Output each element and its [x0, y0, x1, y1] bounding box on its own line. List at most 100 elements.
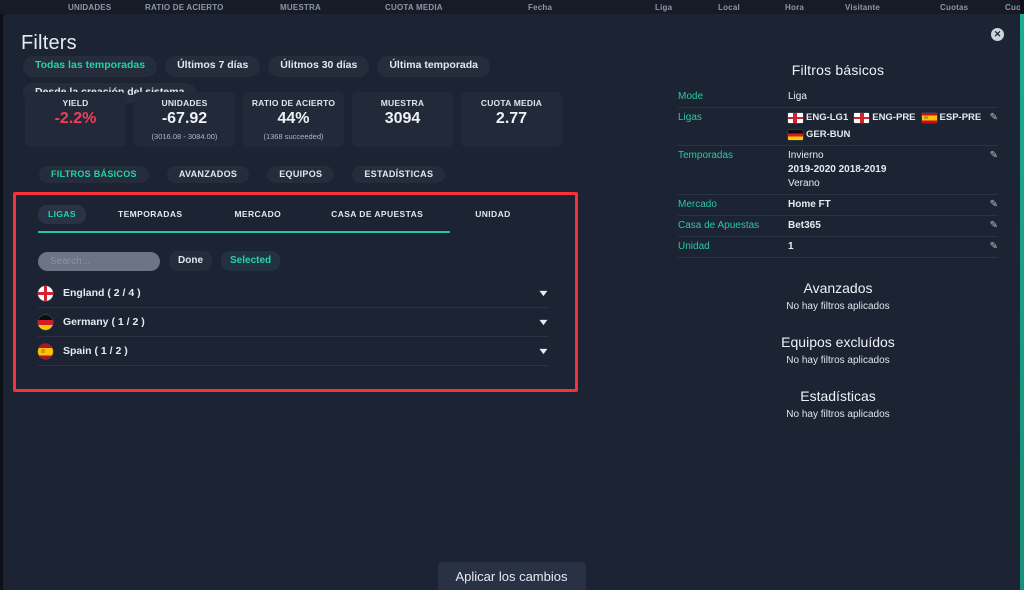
date-range-chip[interactable]: Todas las temporadas [23, 56, 158, 77]
background-column-header: Cuo [1005, 2, 1022, 12]
summary-row: Mode Liga [678, 87, 998, 108]
summary-section-title: Equipos excluídos [781, 334, 895, 350]
background-column-header: Liga [655, 2, 673, 12]
summary-row: Unidad 1 ✎ [678, 237, 998, 258]
league-code: ENG-LG1 [806, 112, 849, 123]
subtab-ligas[interactable]: LIGAS [38, 205, 86, 224]
stat-card: MUESTRA 3094 [352, 92, 453, 147]
summary-section-text: No hay filtros aplicados [786, 409, 890, 420]
summary-rows: Mode Liga Ligas ENG-LG1 ENG-PRE ESP-PRE GER-BU… [678, 87, 998, 258]
flag-eng-icon [854, 113, 870, 123]
country-row[interactable]: England ( 2 / 4 ) ▼ [38, 279, 550, 308]
background-column-header: Cuotas [940, 2, 969, 12]
subtab-casa-de-apuestas[interactable]: CASA DE APUESTAS [321, 205, 433, 224]
tab-equipos[interactable]: EQUIPOS [267, 166, 335, 183]
pencil-edit-icon[interactable]: ✎ [982, 111, 998, 123]
date-range-chip[interactable]: Última temporada [377, 56, 491, 77]
search-row: Done Selected [38, 251, 281, 271]
summary-row-key: Mode [678, 91, 704, 102]
pencil-edit-icon[interactable]: ✎ [982, 240, 998, 252]
tab-estad-sticas[interactable]: ESTADÍSTICAS [352, 166, 446, 183]
flag-ger-icon [788, 130, 803, 140]
background-table-header: UNIDADES RATIO DE ACIERTO MUESTRA CUOTA MED… [0, 0, 1024, 14]
date-range-chip[interactable]: Úlitmos 30 días [268, 56, 370, 77]
sub-tab-underline [38, 231, 450, 233]
country-name: Spain ( 1 / 2 ) [63, 345, 128, 357]
subtab-mercado[interactable]: MERCADO [224, 205, 291, 224]
summary-row-key: Temporadas [678, 150, 734, 161]
page-title: Filters [21, 32, 77, 54]
season-line: Verano [788, 178, 820, 189]
summary-row: Mercado Home FT ✎ [678, 195, 998, 216]
summary-panel: Filtros básicos Mode Liga Ligas ENG-LG1 ENG-… [678, 62, 998, 420]
date-range-chip[interactable]: Últimos 7 días [165, 56, 261, 77]
flag-esp-icon [921, 113, 937, 123]
pencil-edit-icon[interactable]: ✎ [982, 149, 998, 161]
country-list: England ( 2 / 4 ) ▼ Germany ( 1 / 2 ) ▼ Spai… [38, 279, 550, 366]
stat-card-sublabel: (3016.08 - 3084.00) [151, 132, 218, 141]
subtab-unidad[interactable]: UNIDAD [465, 205, 520, 224]
summary-row-key: Unidad [678, 241, 710, 252]
summary-section-text: No hay filtros aplicados [786, 301, 890, 312]
summary-sections: Avanzados No hay filtros aplicados Equipos… [678, 280, 998, 420]
tab-avanzados[interactable]: AVANZADOS [166, 166, 250, 183]
background-column-header: Visitante [845, 2, 880, 12]
summary-row-value: Bet365 [788, 220, 821, 231]
season-line: 2019-2020 2018-2019 [788, 164, 887, 175]
summary-section-title: Avanzados [803, 280, 873, 296]
edit-icon-placeholder [982, 90, 998, 91]
chevron-down-icon[interactable]: ▼ [537, 317, 550, 327]
league-tag: ESP-PRE [921, 111, 981, 125]
league-tag-list: ENG-LG1 ENG-PRE ESP-PRE GER-BUN [788, 111, 982, 142]
background-column-header: CUOTA MEDIA [385, 2, 443, 12]
country-row[interactable]: Spain ( 1 / 2 ) ▼ [38, 337, 550, 366]
stat-card: UNIDADES -67.92 (3016.08 - 3084.00) [134, 92, 235, 147]
summary-section-text: No hay filtros aplicados [786, 355, 890, 366]
league-tag: ENG-PRE [854, 111, 916, 125]
stat-card-value: -67.92 [161, 110, 208, 127]
stat-card-value: 3094 [384, 110, 421, 127]
pencil-edit-icon[interactable]: ✎ [982, 198, 998, 210]
league-tag: GER-BUN [788, 128, 850, 142]
country-row[interactable]: Germany ( 1 / 2 ) ▼ [38, 308, 550, 337]
summary-title: Filtros básicos [791, 62, 885, 78]
flag-eng-icon [788, 113, 803, 123]
stat-card-value: -2.2% [54, 110, 97, 127]
summary-row-value: ENG-LG1 ENG-PRE ESP-PRE GER-BUN [788, 111, 982, 142]
background-column-header: Local [718, 2, 740, 12]
done-button[interactable]: Done [169, 251, 212, 271]
subtab-temporadas[interactable]: TEMPORADAS [108, 205, 192, 224]
stat-card-label: CUOTA MEDIA [480, 98, 543, 108]
apply-changes-button[interactable]: Aplicar los cambios [437, 562, 586, 590]
pencil-edit-icon[interactable]: ✎ [982, 219, 998, 231]
league-code: ENG-PRE [872, 112, 916, 123]
background-column-header: Hora [785, 2, 805, 12]
chevron-down-icon[interactable]: ▼ [537, 346, 550, 356]
tab-filtros-b-sicos[interactable]: FILTROS BÁSICOS [39, 166, 149, 183]
sub-tab-bar: LIGAS TEMPORADAS MERCADO CASA DE APUESTAS UN… [38, 205, 521, 224]
stat-card-value: 44% [277, 110, 310, 127]
summary-row-value: Liga [788, 91, 807, 102]
selected-button[interactable]: Selected [221, 251, 281, 271]
flag-eng-icon [38, 285, 53, 301]
stat-card-value: 2.77 [495, 110, 528, 127]
summary-row: Ligas ENG-LG1 ENG-PRE ESP-PRE GER-BUN ✎ [678, 108, 998, 146]
chevron-down-icon[interactable]: ▼ [537, 288, 550, 298]
search-input[interactable] [38, 251, 160, 271]
close-icon[interactable]: ✕ [991, 28, 1004, 41]
summary-row: Temporadas Invierno 2019-2020 2018-2019 Ver… [678, 146, 998, 195]
summary-row-key: Mercado [678, 199, 717, 210]
stat-card-label: YIELD [62, 98, 89, 108]
flag-esp-icon [38, 343, 53, 359]
summary-row: Casa de Apuestas Bet365 ✎ [678, 216, 998, 237]
stat-card-label: RATIO DE ACIERTO [251, 98, 336, 108]
stat-card-group: YIELD -2.2% UNIDADES -67.92 (3016.08 - 3084.… [25, 92, 562, 147]
summary-row-key: Casa de Apuestas [678, 220, 760, 231]
season-line: Invierno [788, 150, 824, 161]
summary-section-title: Estadísticas [800, 388, 876, 404]
summary-row-value: 1 [788, 241, 794, 252]
flag-ger-icon [38, 314, 53, 330]
summary-row-value: Home FT [788, 199, 831, 210]
summary-section: Equipos excluídos No hay filtros aplicado… [678, 334, 998, 366]
background-column-header: Fecha [528, 2, 553, 12]
